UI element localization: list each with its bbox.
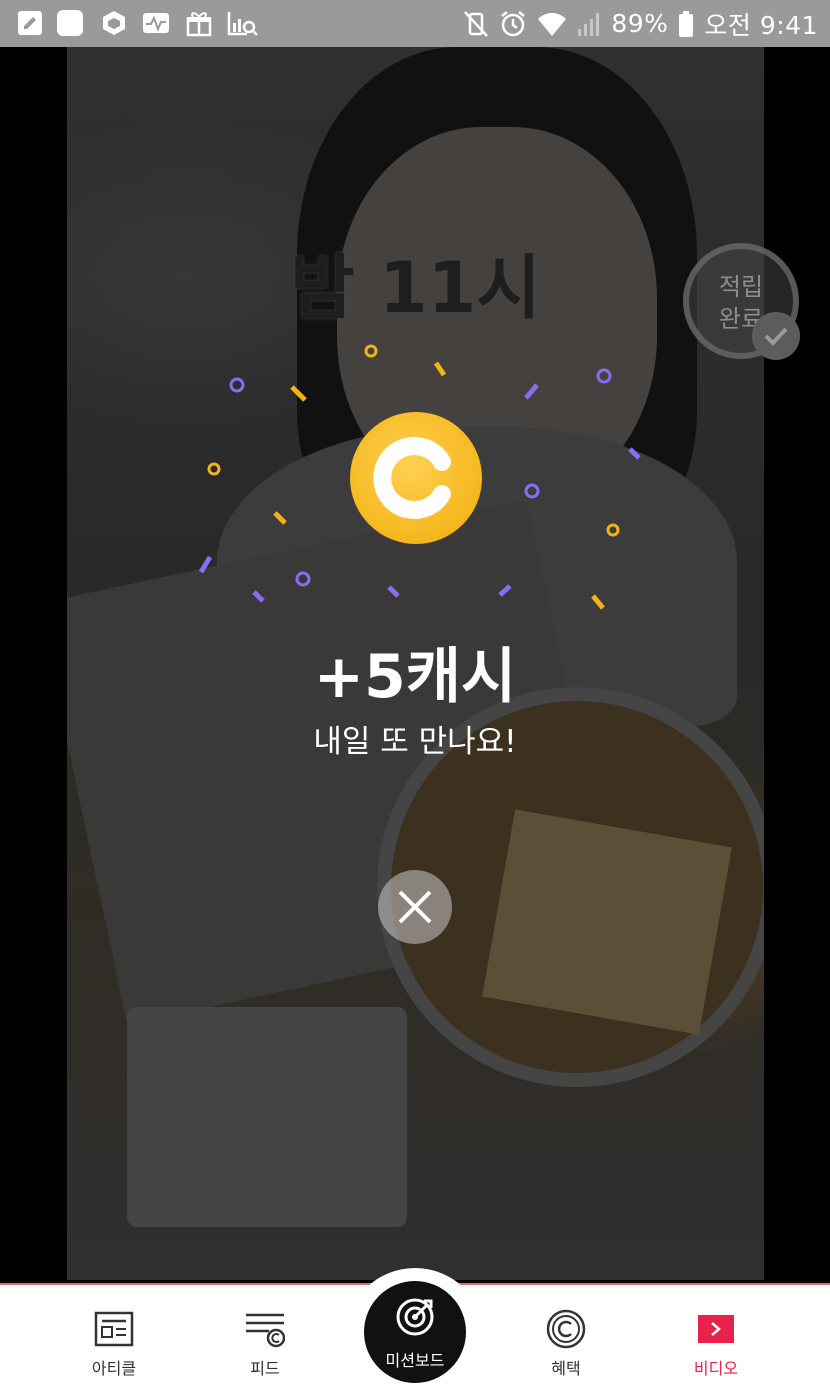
close-button[interactable]: [378, 870, 452, 944]
cash-coin-icon: [546, 1309, 586, 1349]
nav-item-video[interactable]: 비디오: [656, 1285, 776, 1396]
reward-amount: +5캐시: [313, 642, 517, 712]
nav-item-benefit[interactable]: 혜택: [506, 1285, 626, 1396]
nav-label-feed: 피드: [250, 1359, 280, 1378]
video-play-icon: [698, 1315, 734, 1343]
nav-item-article[interactable]: 아티클: [54, 1285, 174, 1396]
nav-item-missionboard[interactable]: 미션보드: [364, 1281, 466, 1383]
confetti: [198, 344, 641, 610]
nav-label-missionboard: 미션보드: [385, 1351, 445, 1370]
bottom-nav: 아티클 피드 미션보드 혜택 비디오: [0, 1268, 830, 1396]
nav-label-article: 아티클: [91, 1359, 137, 1378]
feed-icon: [246, 1313, 285, 1348]
close-icon: [398, 890, 432, 924]
article-icon: [94, 1311, 134, 1347]
reward-message: 내일 또 만나요!: [313, 724, 517, 760]
nav-label-video: 비디오: [693, 1359, 739, 1378]
target-icon: [396, 1298, 434, 1336]
cash-coin-icon: [350, 412, 482, 544]
nav-label-benefit: 혜택: [551, 1359, 581, 1378]
nav-item-feed[interactable]: 피드: [205, 1285, 325, 1396]
